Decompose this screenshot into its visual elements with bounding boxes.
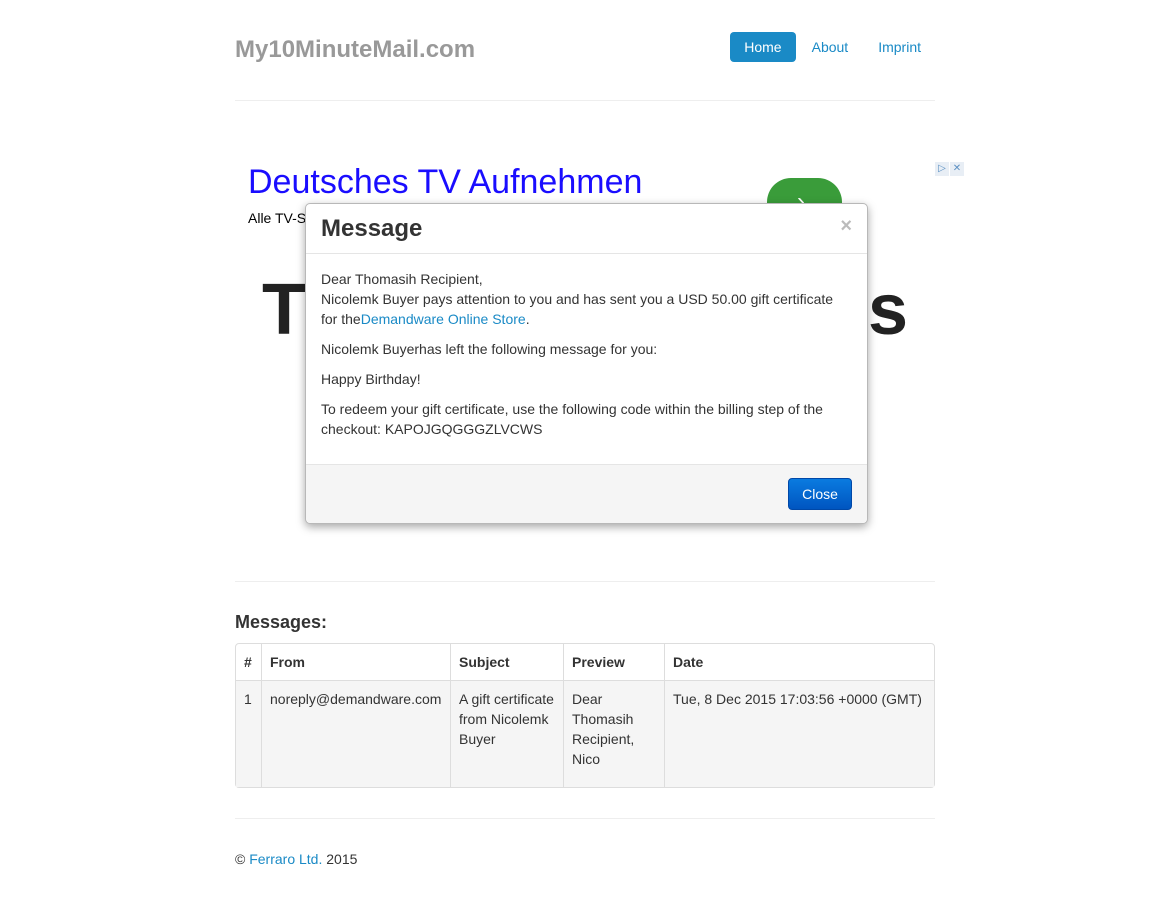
message-line3: Nicolemk Buyerhas left the following mes…: [321, 341, 658, 357]
message-line1: Nicolemk Buyer pays attention to you and…: [321, 291, 834, 307]
site-brand[interactable]: My10MinuteMail.com: [235, 36, 475, 64]
modal-close-icon[interactable]: ×: [840, 216, 852, 236]
message-greeting: Dear Thomasih Recipient,: [321, 271, 483, 287]
col-date: Date: [664, 644, 934, 680]
table-row[interactable]: 1 noreply@demandware.com A gift certific…: [236, 680, 934, 787]
footer: © Ferraro Ltd. 2015: [235, 851, 357, 867]
header-divider: [235, 100, 935, 101]
col-subject: Subject: [450, 644, 563, 680]
message-line2-prefix: for the: [321, 311, 361, 327]
ad-subtitle: Alle TV-S: [248, 210, 307, 226]
cell-preview: Dear Thomasih Recipient, Nico: [563, 680, 664, 787]
ad-title[interactable]: Deutsches TV Aufnehmen: [248, 162, 642, 202]
modal-footer-divider: [306, 464, 867, 465]
col-preview: Preview: [563, 644, 664, 680]
modal-body: Dear Thomasih Recipient, Nicolemk Buyer …: [321, 269, 851, 449]
message-line2-suffix: .: [525, 311, 530, 327]
store-link[interactable]: Demandware Online Store: [361, 311, 526, 327]
modal-footer: Close: [306, 464, 867, 523]
modal-header-divider: [306, 253, 867, 254]
adchoices-icon[interactable]: ▷: [935, 162, 949, 176]
messages-heading: Messages:: [235, 612, 328, 632]
close-icon[interactable]: ✕: [950, 162, 964, 176]
cell-number: 1: [236, 680, 261, 787]
col-from: From: [261, 644, 450, 680]
col-number: #: [244, 654, 252, 670]
copyright-symbol: ©: [235, 851, 246, 867]
company-link[interactable]: Ferraro Ltd.: [249, 851, 322, 867]
nav-about[interactable]: About: [798, 32, 863, 62]
content-divider: [235, 581, 935, 582]
main-nav: Home About Imprint: [730, 32, 935, 62]
modal-title: Message: [321, 215, 423, 242]
messages-table: # From Subject Preview Date 1 noreply@de…: [235, 643, 935, 788]
message-line5: To redeem your gift certificate, use the…: [321, 401, 823, 437]
ad-corner-controls: ▷ ✕: [935, 162, 964, 176]
cell-from: noreply@demandware.com: [261, 680, 450, 787]
close-button[interactable]: Close: [788, 478, 852, 510]
ad-big-text-right: s: [868, 270, 909, 350]
footer-divider: [235, 818, 935, 819]
copyright-year: 2015: [326, 851, 358, 867]
cell-subject: A gift certificate from Nicolemk Buyer: [450, 680, 563, 787]
nav-home[interactable]: Home: [730, 32, 796, 62]
message-line4: Happy Birthday!: [321, 371, 421, 387]
message-modal: Message × Dear Thomasih Recipient, Nicol…: [305, 203, 868, 524]
ad-big-text-left: T: [262, 270, 306, 350]
nav-imprint[interactable]: Imprint: [864, 32, 935, 62]
cell-date: Tue, 8 Dec 2015 17:03:56 +0000 (GMT): [664, 680, 934, 787]
